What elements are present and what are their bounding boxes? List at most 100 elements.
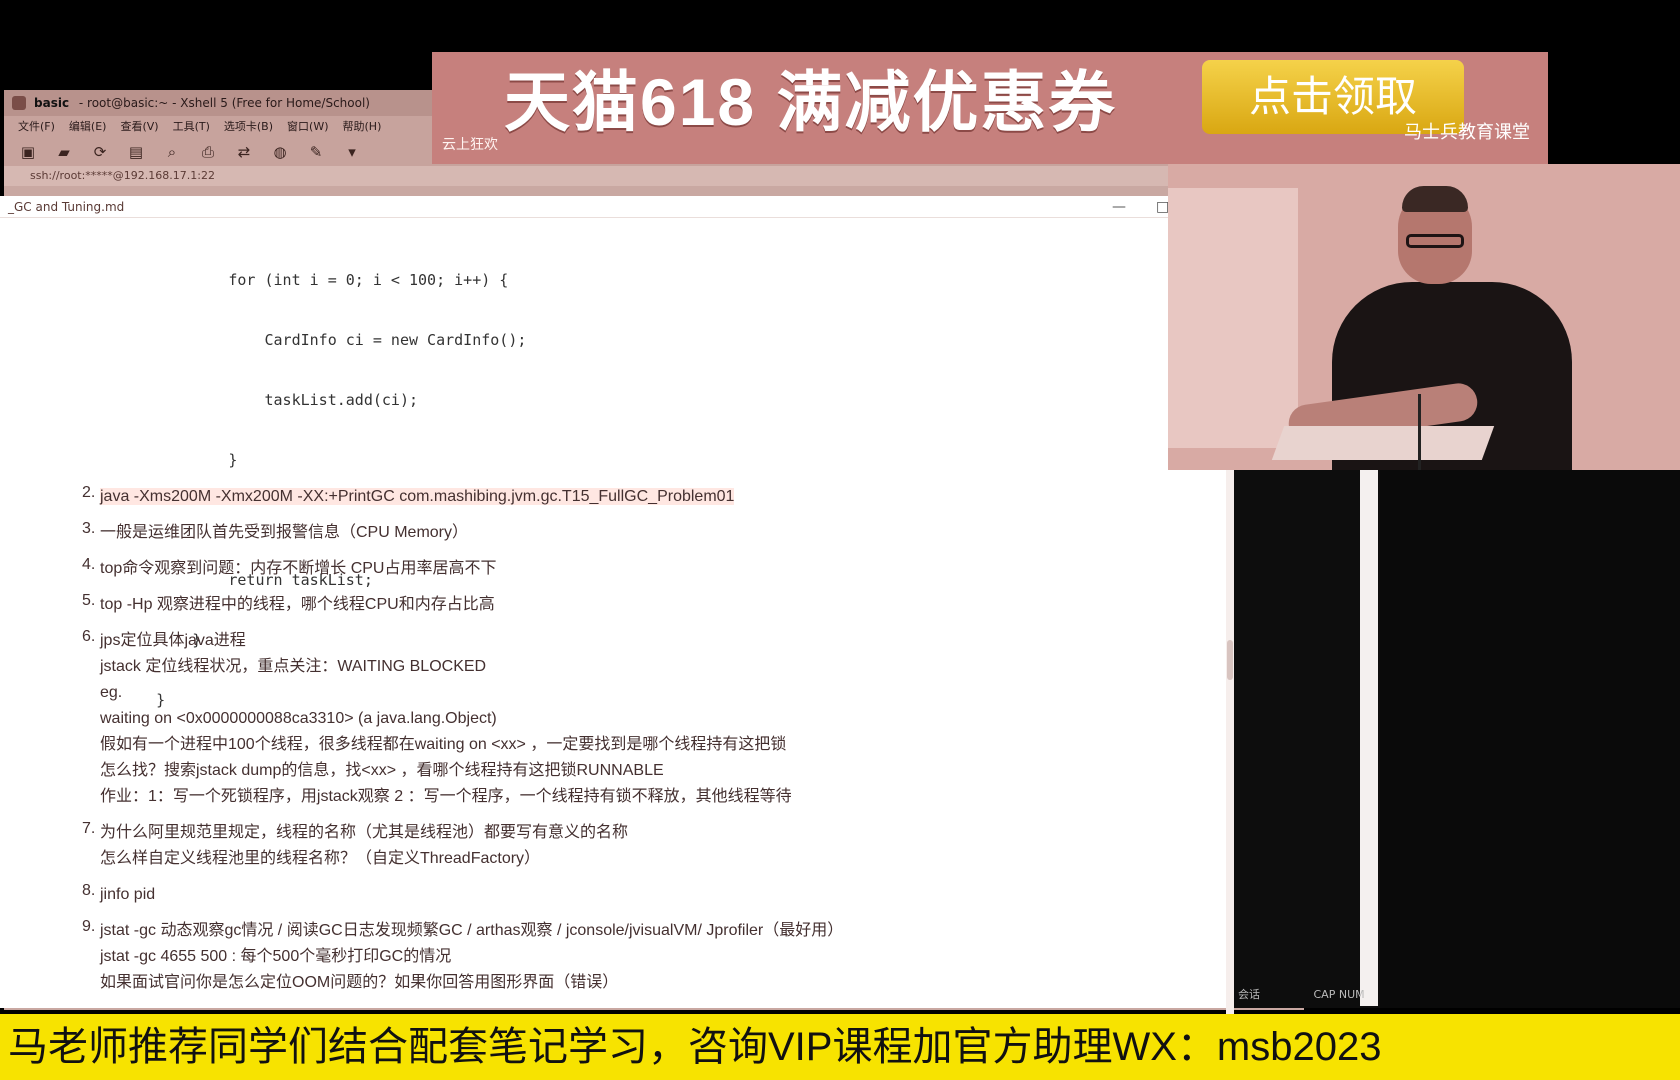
- list-item-text: 假如有一个进程中100个线程，很多线程都在waiting on <xx> ，一定…: [100, 736, 787, 753]
- menu-file[interactable]: 文件(F): [18, 116, 55, 138]
- menu-tools[interactable]: 工具(T): [173, 116, 210, 138]
- list-item: 7. 为什么阿里规范里规定，线程的名称（尤其是线程池）都要写有意义的名称 怎么样自定…: [82, 820, 1182, 872]
- status-left: 会话: [1238, 988, 1260, 1001]
- list-item: 4. top命令观察到问题：内存不断增长 CPU占用率居高不下: [82, 556, 1182, 582]
- menu-view[interactable]: 查看(V): [120, 116, 158, 138]
- properties-icon[interactable]: ▤: [126, 143, 146, 161]
- list-item-number: 5.: [82, 592, 96, 609]
- cam-person-hair: [1402, 186, 1468, 212]
- code-line: for (int i = 0; i < 100; i++) {: [120, 271, 509, 289]
- list-item-text: jps定位具体java进程: [100, 632, 246, 649]
- transfer-icon[interactable]: ⇄: [234, 143, 254, 161]
- list-item-text: eg.: [100, 684, 123, 701]
- list-item-line: 假如有一个进程中100个线程，很多线程都在waiting on <xx> ，一定…: [100, 732, 792, 758]
- background-scrollbar[interactable]: [1360, 470, 1378, 1006]
- list-item-number: 4.: [82, 556, 96, 573]
- numbered-list: 2. java -Xms200M -Xmx200M -XX:+PrintGC co…: [82, 484, 1182, 1006]
- list-item-body: top -Hp 观察进程中的线程，哪个线程CPU和内存占比高: [100, 592, 495, 618]
- list-item-text: 一般是运维团队首先受到报警信息（CPU Memory）: [100, 524, 469, 541]
- code-line: taskList.add(ci);: [120, 391, 419, 409]
- menu-window[interactable]: 窗口(W): [287, 116, 328, 138]
- list-item-text: waiting on <0x0000000088ca3310> (a java.…: [100, 710, 497, 727]
- list-item: 3. 一般是运维团队首先受到报警信息（CPU Memory）: [82, 520, 1182, 546]
- ad-brand-watermark: 马士兵教育课堂: [1404, 122, 1530, 143]
- cam-keyboard: [1271, 426, 1495, 460]
- list-item-line: 如果面试官问你是怎么定位OOM问题的？如果你回答用图形界面（错误）: [100, 970, 843, 996]
- list-item-text: 作业：1：写一个死锁程序，用jstack观察 2 ：写一个程序，一个线程持有锁不…: [100, 788, 792, 805]
- xshell-address-bar[interactable]: ssh://root:*****@192.168.17.1:22: [4, 166, 1304, 186]
- list-item: 5. top -Hp 观察进程中的线程，哪个线程CPU和内存占比高: [82, 592, 1182, 618]
- xshell-title-text: - root@basic:~ - Xshell 5 (Free for Home…: [78, 96, 370, 110]
- list-item-number: 8.: [82, 882, 96, 899]
- minimize-button[interactable]: —: [1112, 196, 1126, 218]
- menu-help[interactable]: 帮助(H): [343, 116, 382, 138]
- list-item-line: 怎么样自定义线程池里的线程名称？（自定义ThreadFactory）: [100, 846, 628, 872]
- cam-tripod: [1418, 394, 1421, 470]
- background-terminal-pane: [1234, 470, 1380, 1008]
- list-item-body: top命令观察到问题：内存不断增长 CPU占用率居高不下: [100, 556, 496, 582]
- list-item-line: jstack 定位线程状况，重点关注：WAITING BLOCKED: [100, 654, 792, 680]
- ad-headline: 天猫618 满减优惠券: [504, 65, 1117, 139]
- status-bar: 会话 CAP NUM: [1234, 984, 1380, 1006]
- editor-content[interactable]: for (int i = 0; i < 100; i++) { CardInfo…: [0, 218, 1234, 1030]
- scrollbar-thumb[interactable]: [1227, 640, 1233, 680]
- list-item-number: 7.: [82, 820, 96, 837]
- find-icon[interactable]: ⌕: [162, 143, 182, 161]
- menu-edit[interactable]: 编辑(E): [69, 116, 107, 138]
- status-keys: CAP NUM: [1313, 988, 1365, 1001]
- list-item-number: 2.: [82, 484, 96, 501]
- cam-monitor: [1168, 188, 1298, 448]
- dark-background: [1380, 470, 1680, 1008]
- list-item-line: jstat -gc 动态观察gc情况 / 阅读GC日志发现频繁GC / arth…: [100, 918, 843, 944]
- list-item-number: 3.: [82, 520, 96, 537]
- list-item: 8. jinfo pid: [82, 882, 1182, 908]
- list-item-line: 作业：1：写一个死锁程序，用jstack观察 2 ：写一个程序，一个线程持有锁不…: [100, 784, 792, 810]
- list-item-text: jstack 定位线程状况，重点关注：WAITING BLOCKED: [100, 658, 487, 675]
- list-item-line: 一般是运维团队首先受到报警信息（CPU Memory）: [100, 520, 468, 546]
- list-item-line: top命令观察到问题：内存不断增长 CPU占用率居高不下: [100, 556, 496, 582]
- ad-subtitle: 云上狂欢: [442, 137, 498, 153]
- script-icon[interactable]: ✎: [306, 143, 326, 161]
- list-item-text: top命令观察到问题：内存不断增长 CPU占用率居高不下: [100, 560, 497, 577]
- new-session-icon[interactable]: ▣: [18, 143, 38, 161]
- xshell-app-icon: [12, 96, 26, 110]
- menu-tabs[interactable]: 选项卡(B): [224, 116, 273, 138]
- list-item-body: 一般是运维团队首先受到报警信息（CPU Memory）: [100, 520, 468, 546]
- list-item-text: jinfo pid: [100, 886, 156, 903]
- ad-banner[interactable]: 天猫618 满减优惠券 点击领取 云上狂欢 马士兵教育课堂: [432, 52, 1548, 164]
- code-line: }: [120, 451, 238, 469]
- list-item-body: jstat -gc 动态观察gc情况 / 阅读GC日志发现频繁GC / arth…: [100, 918, 843, 996]
- markdown-editor-window: _GC and Tuning.md — □ for (int i = 0; i …: [0, 196, 1234, 1030]
- list-item-line: 怎么找？搜索jstack dump的信息，找<xx> ，看哪个线程持有这把锁RU…: [100, 758, 792, 784]
- webcam-overlay: [1168, 164, 1680, 470]
- xshell-session-name: basic: [34, 96, 70, 110]
- list-item-number: 9.: [82, 918, 96, 935]
- editor-titlebar: _GC and Tuning.md — □: [0, 196, 1234, 218]
- list-item-text: 如果面试官问你是怎么定位OOM问题的？如果你回答用图形界面（错误）: [100, 974, 619, 991]
- list-item-text: 怎么样自定义线程池里的线程名称？（自定义ThreadFactory）: [100, 850, 541, 867]
- more-icon[interactable]: ▾: [342, 143, 362, 161]
- print-icon[interactable]: ⎙: [198, 143, 218, 161]
- list-item: 9. jstat -gc 动态观察gc情况 / 阅读GC日志发现频繁GC / ar…: [82, 918, 1182, 996]
- list-item-line: jps定位具体java进程: [100, 628, 792, 654]
- list-item-line: jstat -gc 4655 500 : 每个500个毫秒打印GC的情况: [100, 944, 843, 970]
- list-item-body: 为什么阿里规范里规定，线程的名称（尤其是线程池）都要写有意义的名称 怎么样自定义线…: [100, 820, 628, 872]
- list-item-line: top -Hp 观察进程中的线程，哪个线程CPU和内存占比高: [100, 592, 495, 618]
- list-item: 2. java -Xms200M -Xmx200M -XX:+PrintGC co…: [82, 484, 1182, 510]
- promo-caption: 马老师推荐同学们结合配套笔记学习，咨询VIP课程加官方助理WX：msb2023: [0, 1014, 1680, 1080]
- list-item-text: 为什么阿里规范里规定，线程的名称（尤其是线程池）都要写有意义的名称: [100, 824, 629, 841]
- list-item-line: 为什么阿里规范里规定，线程的名称（尤其是线程池）都要写有意义的名称: [100, 820, 628, 846]
- list-item: 6. jps定位具体java进程 jstack 定位线程状况，重点关注：WAITIN…: [82, 628, 1182, 810]
- reconnect-icon[interactable]: ⟳: [90, 143, 110, 161]
- list-item-text: 怎么找？搜索jstack dump的信息，找<xx> ，看哪个线程持有这把锁RU…: [100, 762, 664, 779]
- open-folder-icon[interactable]: ▰: [54, 143, 74, 161]
- list-item-text: jstat -gc 动态观察gc情况 / 阅读GC日志发现频繁GC / arth…: [100, 922, 844, 939]
- list-item-line: java -Xms200M -Xmx200M -XX:+PrintGC com.…: [100, 484, 735, 510]
- editor-file-title: _GC and Tuning.md: [8, 200, 125, 214]
- list-item-body: jps定位具体java进程 jstack 定位线程状况，重点关注：WAITING …: [100, 628, 792, 810]
- globe-icon[interactable]: ◍: [270, 143, 290, 161]
- list-item-body: java -Xms200M -Xmx200M -XX:+PrintGC com.…: [100, 484, 735, 510]
- list-item-line: jinfo pid: [100, 882, 155, 908]
- list-item-line: waiting on <0x0000000088ca3310> (a java.…: [100, 706, 792, 732]
- code-line: CardInfo ci = new CardInfo();: [120, 331, 527, 349]
